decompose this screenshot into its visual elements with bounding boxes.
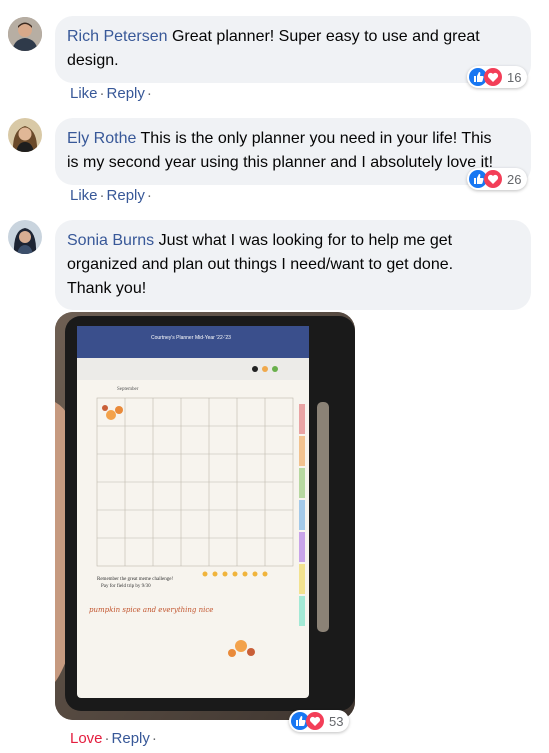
reaction-count: 53 [329,713,344,729]
comment-author[interactable]: Rich Petersen [67,28,168,45]
reaction-summary[interactable]: 53 [289,710,350,732]
comment-text: Great planner! Super easy to use and gre… [171,28,480,45]
reply-link[interactable]: Reply [107,187,145,204]
love-reaction-icon [484,170,502,188]
comment-text: This is the only planner you need in you… [140,130,492,147]
like-link[interactable]: Like [70,85,98,102]
comment-text: organized and plan out things I need/wan… [67,256,454,273]
reply-link[interactable]: Reply [107,85,145,102]
planner-tablet-photo: Courtney's Planner Mid-Year '22-'23 Sept… [55,312,355,720]
comment-text: Just what I was looking for to help me g… [158,232,453,249]
comment-photo[interactable]: Courtney's Planner Mid-Year '22-'23 Sept… [55,312,355,720]
reaction-summary[interactable]: 26 [467,168,528,190]
planner-note: Pay for field trip by 9/30 [101,584,151,589]
comment-actions: Love · Reply · [70,730,157,747]
planner-note: Remember the great meme challenge! [97,577,173,582]
comment-text: design. [67,52,119,69]
planner-tab: Mid-Year '22-'23 [195,335,231,341]
love-link[interactable]: Love [70,730,103,747]
reaction-count: 16 [507,69,522,85]
like-link[interactable]: Like [70,187,98,204]
reply-link[interactable]: Reply [112,730,150,747]
comment-bubble: Sonia Burns Just what I was looking for … [55,220,531,310]
planner-title: Courtney's Planner [151,335,194,341]
comment-text: is my second year using this planner and… [67,154,494,171]
reaction-count: 26 [507,171,522,187]
love-reaction-icon [484,68,502,86]
comment-author[interactable]: Ely Rothe [67,130,136,147]
comment-text: Thank you! [67,280,147,297]
comment-bubble: Rich Petersen Great planner! Super easy … [55,16,531,83]
comment-bubble: Ely Rothe This is the only planner you n… [55,118,531,185]
reaction-summary[interactable]: 16 [467,66,528,88]
comment-actions: Like · Reply · [70,187,152,204]
planner-sticker: pumpkin spice and everything nice [89,606,213,614]
avatar-sonia-burns[interactable] [8,220,42,254]
planner-month: September [117,387,139,392]
comment-author[interactable]: Sonia Burns [67,232,154,249]
avatar-ely-rothe[interactable] [8,118,42,152]
comment-actions: Like · Reply · [70,85,152,102]
love-reaction-icon [306,712,324,730]
avatar-rich-petersen[interactable] [8,17,42,51]
